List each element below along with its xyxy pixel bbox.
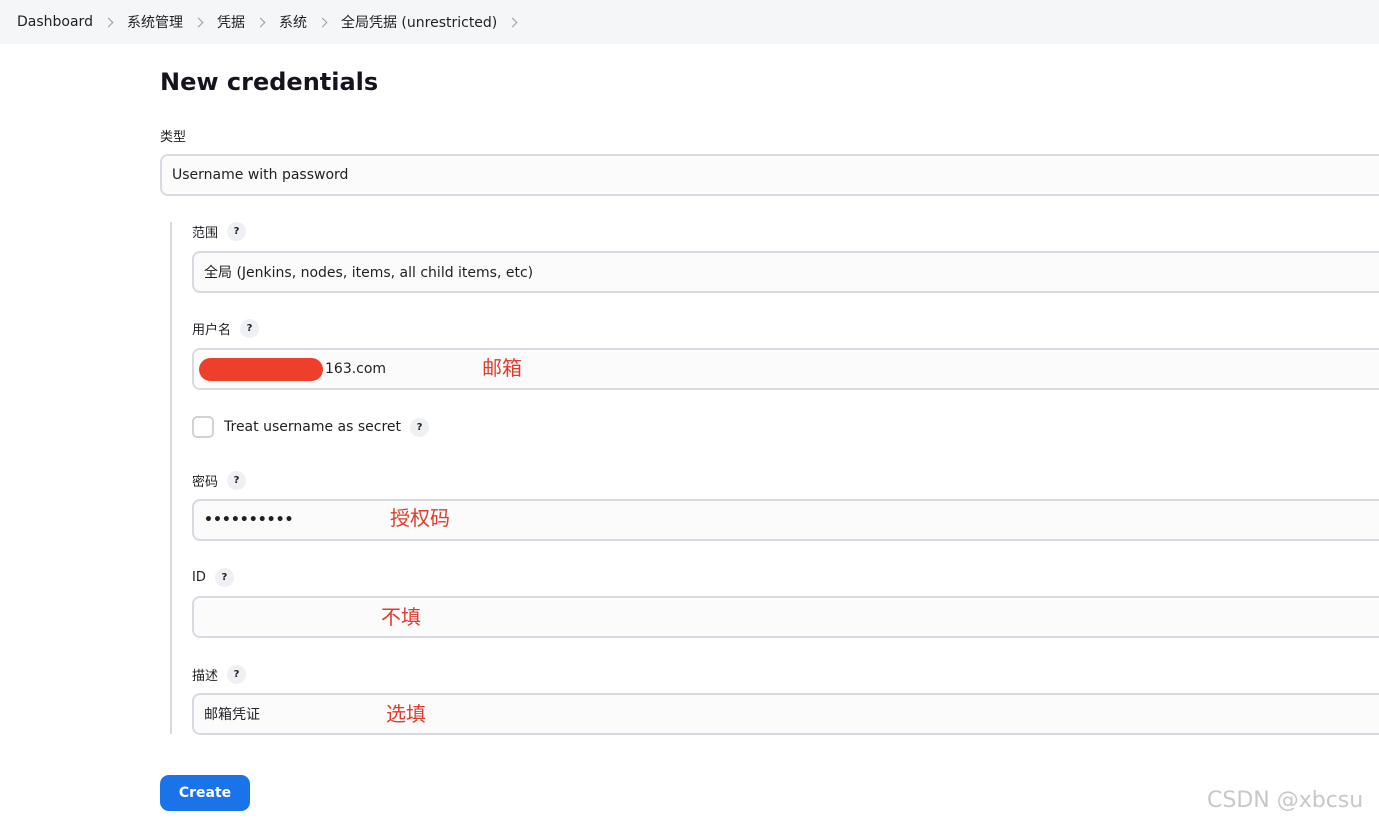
- description-help-icon[interactable]: ?: [227, 665, 247, 684]
- id-help-icon[interactable]: ?: [214, 568, 234, 587]
- username-help-icon[interactable]: ?: [240, 319, 260, 338]
- password-input[interactable]: ••••••••••: [192, 499, 1379, 541]
- password-label: 密码 ?: [192, 471, 247, 490]
- password-annotation: 授权码: [390, 506, 450, 530]
- username-input[interactable]: [192, 348, 1379, 390]
- username-annotation: 邮箱: [482, 356, 522, 380]
- scope-label: 范围 ?: [192, 222, 247, 241]
- treat-username-secret-checkbox[interactable]: [192, 416, 214, 438]
- kind-label-text: 类型: [160, 130, 187, 145]
- username-label-text: 用户名: [192, 323, 232, 338]
- id-label: ID ?: [192, 568, 234, 587]
- password-help-icon[interactable]: ?: [227, 471, 247, 490]
- chevron-right-icon[interactable]: [255, 17, 266, 27]
- chevron-right-icon[interactable]: [193, 17, 204, 27]
- scope-label-text: 范围: [192, 226, 219, 241]
- description-label-text: 描述: [192, 669, 219, 684]
- section-divider: [170, 222, 172, 734]
- breadcrumb-credentials[interactable]: 凭据: [217, 12, 245, 32]
- description-annotation: 选填: [386, 702, 426, 726]
- watermark: CSDN @xbcsu: [1207, 788, 1364, 813]
- chevron-right-icon[interactable]: [317, 17, 328, 27]
- breadcrumb-dashboard[interactable]: Dashboard: [17, 14, 93, 30]
- treat-username-secret-text[interactable]: Treat username as secret: [224, 419, 401, 435]
- kind-select-value: Username with password: [172, 167, 349, 183]
- page-title: New credentials: [160, 68, 379, 96]
- description-input[interactable]: [192, 693, 1379, 735]
- scope-select[interactable]: 全局 (Jenkins, nodes, items, all child ite…: [192, 251, 1379, 293]
- kind-label: 类型: [160, 126, 186, 145]
- id-annotation: 不填: [381, 605, 421, 629]
- chevron-right-icon[interactable]: [507, 17, 518, 27]
- breadcrumb-system[interactable]: 系统: [279, 12, 307, 32]
- redaction-mark: [199, 358, 323, 381]
- password-label-text: 密码: [192, 475, 219, 490]
- kind-select[interactable]: Username with password: [160, 154, 1379, 196]
- description-input-field[interactable]: [204, 706, 1379, 722]
- treat-username-secret-label: Treat username as secret ?: [224, 416, 429, 438]
- chevron-right-icon[interactable]: [103, 17, 114, 27]
- description-label: 描述 ?: [192, 665, 247, 684]
- scope-help-icon[interactable]: ?: [227, 222, 247, 241]
- breadcrumb-global-credentials[interactable]: 全局凭据 (unrestricted): [341, 12, 497, 32]
- id-label-text: ID: [192, 570, 206, 585]
- scope-select-value: 全局 (Jenkins, nodes, items, all child ite…: [204, 265, 534, 281]
- breadcrumb-system-management[interactable]: 系统管理: [127, 12, 183, 32]
- create-button[interactable]: Create: [160, 775, 250, 811]
- password-masked-value: ••••••••••: [204, 512, 294, 528]
- username-label: 用户名 ?: [192, 319, 260, 338]
- treat-secret-help-icon[interactable]: ?: [410, 417, 429, 437]
- breadcrumb: Dashboard 系统管理 凭据 系统 全局凭据 (unrestricted): [0, 0, 1379, 44]
- id-input[interactable]: [192, 596, 1379, 638]
